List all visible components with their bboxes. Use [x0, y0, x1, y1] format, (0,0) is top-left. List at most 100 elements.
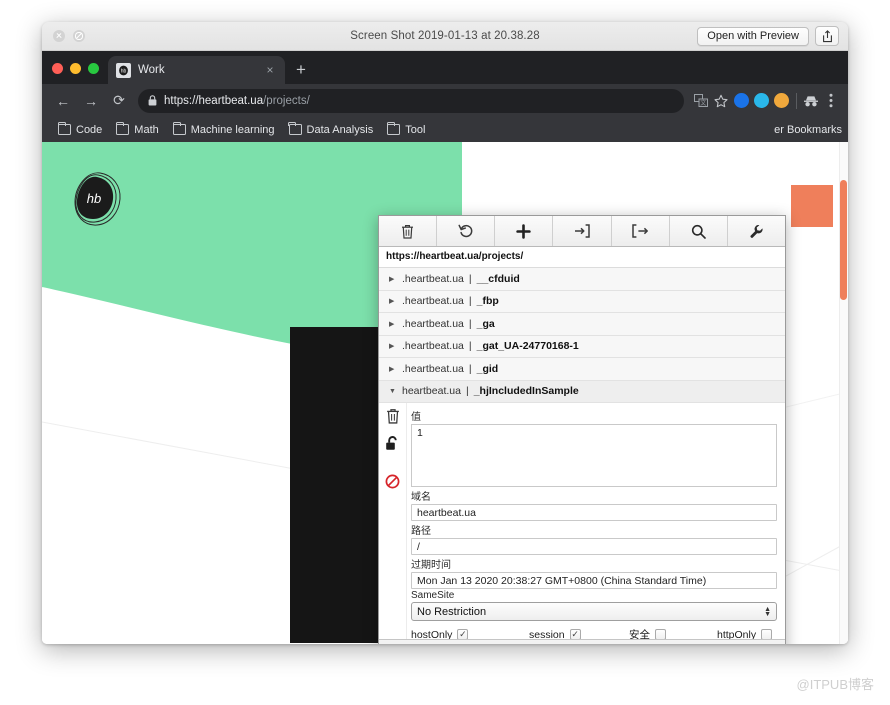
- hb-favicon: hb: [116, 62, 131, 78]
- folder-icon: [57, 121, 71, 135]
- samesite-select[interactable]: No Restriction ▲ ▼: [411, 602, 777, 621]
- maximize-window-button[interactable]: [88, 63, 99, 74]
- share-icon[interactable]: [815, 26, 839, 46]
- export-icon[interactable]: [612, 216, 670, 246]
- chevron-right-icon[interactable]: ▶: [389, 275, 397, 283]
- star-glyph: [714, 94, 728, 107]
- bookmark-tool[interactable]: Tool: [380, 121, 432, 138]
- bookmark-data-analysis[interactable]: Data Analysis: [282, 121, 381, 138]
- path-input[interactable]: /: [411, 538, 777, 555]
- cookie-domain: .heartbeat.ua: [402, 272, 464, 285]
- incognito-icon[interactable]: [802, 92, 820, 110]
- delete-all-icon[interactable]: [379, 216, 438, 246]
- session-label: session: [529, 628, 565, 640]
- expiration-input[interactable]: Mon Jan 13 2020 20:38:27 GMT+0800 (China…: [411, 572, 777, 589]
- extension-cyan-circle: [753, 93, 769, 108]
- tab-strip: hb Work × +: [42, 51, 848, 84]
- cookie-row[interactable]: ▶ .heartbeat.ua | _ga: [379, 313, 785, 336]
- cookie-name: __cfduid: [476, 272, 520, 285]
- options-icon[interactable]: [728, 216, 785, 246]
- cookie-separator: |: [468, 295, 472, 308]
- folder-icon: [288, 121, 302, 135]
- minimize-icon[interactable]: [73, 30, 85, 42]
- cookie-row[interactable]: ▶ .heartbeat.ua | _gid: [379, 358, 785, 381]
- bookmark-star-icon[interactable]: [712, 92, 730, 110]
- import-icon[interactable]: [553, 216, 612, 246]
- extension-orange-icon[interactable]: [772, 92, 790, 110]
- cookie-editor-footer: 帮助: [379, 639, 785, 644]
- cookie-name: _ga: [476, 317, 495, 330]
- minimize-window-button[interactable]: [70, 63, 81, 74]
- extension-cyan-icon[interactable]: [752, 92, 770, 110]
- cookie-row[interactable]: ▶ .heartbeat.ua | _fbp: [379, 290, 785, 313]
- toolbar-divider: [792, 92, 800, 110]
- close-window-button[interactable]: [52, 63, 63, 74]
- cookie-row-expanded[interactable]: ▼ heartbeat.ua | _hjIncludedInSample: [379, 380, 785, 403]
- samesite-selected-value: No Restriction: [417, 605, 487, 618]
- cookie-list: ▶ .heartbeat.ua | __cfduid ▶ .heartbeat.…: [379, 268, 785, 639]
- cookie-detail-actions: [379, 403, 407, 639]
- search-glyph: [691, 224, 706, 239]
- page-scrollbar-thumb[interactable]: [840, 180, 847, 300]
- translate-icon[interactable]: 文: [692, 92, 710, 110]
- chevron-right-icon[interactable]: ▶: [389, 342, 397, 350]
- chevron-right-icon[interactable]: ▶: [389, 297, 397, 305]
- preview-window: Screen Shot 2019-01-13 at 20.38.28 Open …: [42, 22, 848, 644]
- cookie-name: _gid: [476, 362, 499, 375]
- delete-cookie-icon[interactable]: [386, 408, 400, 427]
- bookmark-machine-learning[interactable]: Machine learning: [166, 121, 282, 138]
- chevron-down-icon[interactable]: ▼: [389, 388, 397, 395]
- chevron-right-icon[interactable]: ▶: [389, 320, 397, 328]
- cookie-editor-toolbar: [379, 216, 785, 247]
- unlock-icon[interactable]: [385, 436, 400, 454]
- close-icon[interactable]: [53, 30, 65, 42]
- value-label: 值: [411, 412, 421, 423]
- cookie-detail-fields: 值 1 域名 heartbeat.ua 路径 / 过期时间 Mon Jan 13…: [407, 403, 785, 639]
- logo-text: hb: [87, 191, 101, 206]
- extension-blue-icon[interactable]: [732, 92, 750, 110]
- reload-icon[interactable]: [437, 216, 496, 246]
- web-page-content: hb Web design system: [42, 142, 848, 644]
- no-entry-glyph: [385, 474, 400, 489]
- value-textarea[interactable]: 1: [411, 424, 777, 487]
- omnibox[interactable]: https://heartbeat.ua/projects/: [138, 88, 684, 113]
- bookmark-label: Data Analysis: [306, 123, 374, 136]
- forward-arrow-icon[interactable]: →: [78, 88, 104, 114]
- search-icon[interactable]: [670, 216, 728, 246]
- close-icon[interactable]: ×: [263, 63, 277, 77]
- hostonly-label: hostOnly: [411, 628, 453, 640]
- stepper-arrows-icon: ▲ ▼: [764, 605, 771, 618]
- cookie-row[interactable]: ▶ .heartbeat.ua | _gat_UA-24770168-1: [379, 335, 785, 358]
- bookmark-code[interactable]: Code: [51, 121, 109, 138]
- httponly-checkbox-group[interactable]: httpOnly: [717, 627, 773, 639]
- plus-icon[interactable]: +: [288, 57, 314, 83]
- path-label: 路径: [411, 526, 431, 537]
- bookmark-label: Tool: [405, 123, 426, 136]
- cookie-separator: |: [468, 340, 472, 353]
- chevron-right-icon[interactable]: ▶: [389, 365, 397, 373]
- session-checkbox[interactable]: ✓: [569, 629, 581, 639]
- secure-checkbox-group[interactable]: 安全: [629, 627, 717, 639]
- bookmark-math[interactable]: Math: [109, 121, 165, 138]
- secure-checkbox[interactable]: [655, 629, 666, 639]
- three-dot-menu-icon[interactable]: [822, 92, 840, 110]
- bookmarks-bar: Code Math Machine learning Data Analysis…: [42, 117, 848, 142]
- domain-input[interactable]: heartbeat.ua: [411, 504, 777, 521]
- cookie-name: _gat_UA-24770168-1: [476, 340, 579, 353]
- cookie-separator: |: [465, 385, 469, 398]
- cookie-row[interactable]: ▶ .heartbeat.ua | __cfduid: [379, 268, 785, 291]
- page-scrollbar[interactable]: [839, 142, 848, 644]
- block-cookie-icon[interactable]: [385, 474, 400, 492]
- add-cookie-icon[interactable]: [495, 216, 554, 246]
- open-with-preview-button[interactable]: Open with Preview: [697, 26, 809, 46]
- session-checkbox-group[interactable]: session ✓: [529, 627, 629, 639]
- hostonly-checkbox[interactable]: ✓: [457, 629, 469, 639]
- hostonly-checkbox-group[interactable]: hostOnly ✓: [411, 627, 529, 639]
- green-checkmark-icon[interactable]: [568, 644, 596, 645]
- reload-icon[interactable]: ⟳: [106, 88, 132, 114]
- httponly-checkbox[interactable]: [761, 629, 773, 639]
- svg-text:hb: hb: [121, 68, 127, 74]
- other-bookmarks-button[interactable]: er Bookmarks: [774, 117, 842, 142]
- back-arrow-icon[interactable]: ←: [50, 88, 76, 114]
- tab-work[interactable]: hb Work ×: [108, 56, 285, 84]
